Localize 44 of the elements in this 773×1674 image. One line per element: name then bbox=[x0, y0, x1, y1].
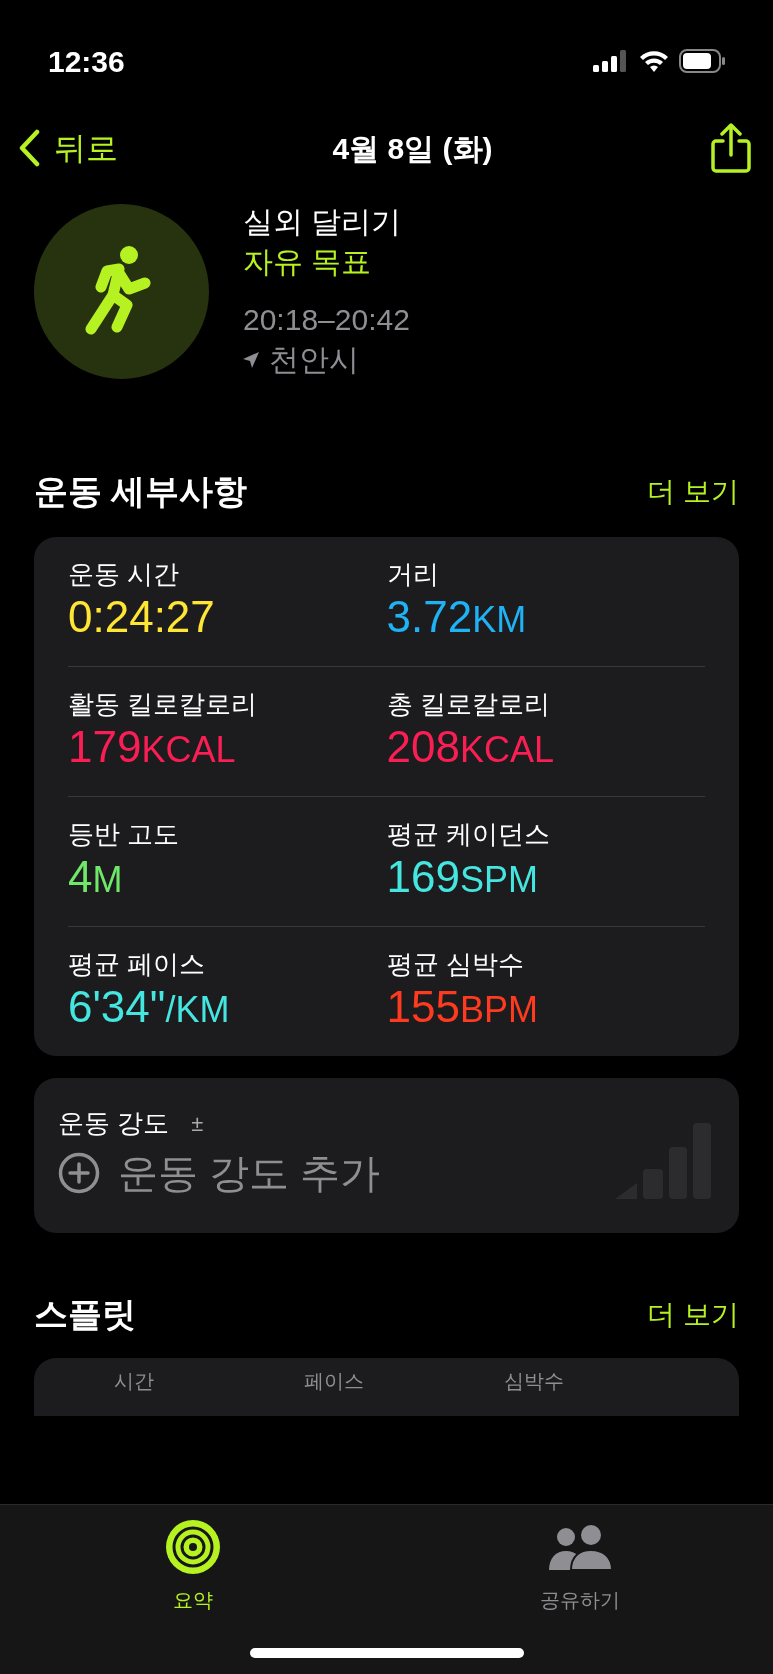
rings-icon bbox=[166, 1520, 221, 1574]
add-intensity-button[interactable]: 운동 강도 추가 bbox=[58, 1143, 381, 1203]
status-time: 12:36 bbox=[48, 43, 125, 80]
section-title: 스플릿 bbox=[34, 1294, 136, 1335]
share-icon bbox=[710, 123, 752, 173]
plus-minus-icon: ± bbox=[191, 1107, 204, 1140]
metric-label: 총 킬로칼로리 bbox=[386, 688, 551, 721]
workout-location: 천안시 bbox=[269, 342, 359, 378]
metric-label: 거리 bbox=[386, 558, 440, 591]
metric-value: 3.72KM bbox=[386, 591, 528, 643]
metric-label: 등반 고도 bbox=[68, 818, 181, 851]
column-header: 시간 bbox=[113, 1369, 155, 1394]
battery-icon bbox=[679, 49, 725, 73]
section-title: 운동 세부사항 bbox=[34, 471, 248, 512]
workout-time: 20:18–20:42 bbox=[243, 302, 410, 338]
wifi-icon bbox=[639, 50, 669, 72]
metric-value: 0:24:27 bbox=[68, 591, 216, 643]
metric-value: 4M bbox=[68, 851, 124, 903]
workout-goal: 자유 목표 bbox=[243, 244, 373, 280]
chevron-left-icon bbox=[18, 129, 40, 167]
metric-label: 운동 시간 bbox=[68, 558, 181, 591]
tab-item[interactable]: 공유하기 bbox=[479, 1519, 680, 1615]
location-arrow-icon bbox=[243, 352, 259, 368]
metric-value: 6'34"/KM bbox=[68, 981, 231, 1033]
metric-label: 평균 페이스 bbox=[68, 948, 207, 981]
metric-value: 155BPM bbox=[386, 981, 539, 1033]
nav-title: 4월 8일 (화) bbox=[332, 130, 493, 167]
signal-icon bbox=[593, 50, 629, 72]
tab-item[interactable]: 요약 bbox=[93, 1519, 294, 1615]
people-icon bbox=[546, 1524, 613, 1570]
more-link[interactable]: 더 보기 bbox=[647, 470, 739, 513]
back-button[interactable]: 뒤로 bbox=[18, 124, 118, 172]
column-header: 페이스 bbox=[303, 1369, 365, 1394]
metric-value: 179KCAL bbox=[68, 721, 237, 773]
metric-value: 169SPM bbox=[386, 851, 539, 903]
column-header: 심박수 bbox=[503, 1369, 565, 1394]
more-link[interactable]: 더 보기 bbox=[647, 1293, 739, 1336]
metric-label: 평균 케이던스 bbox=[386, 818, 551, 851]
metric-label: 활동 킬로칼로리 bbox=[68, 688, 259, 721]
metric-label: 평균 심박수 bbox=[386, 948, 525, 981]
metric-value: 208KCAL bbox=[386, 721, 555, 773]
plus-circle-icon bbox=[58, 1152, 100, 1194]
workout-name: 실외 달리기 bbox=[243, 204, 403, 240]
intensity-label: 운동 강도 bbox=[58, 1107, 170, 1140]
